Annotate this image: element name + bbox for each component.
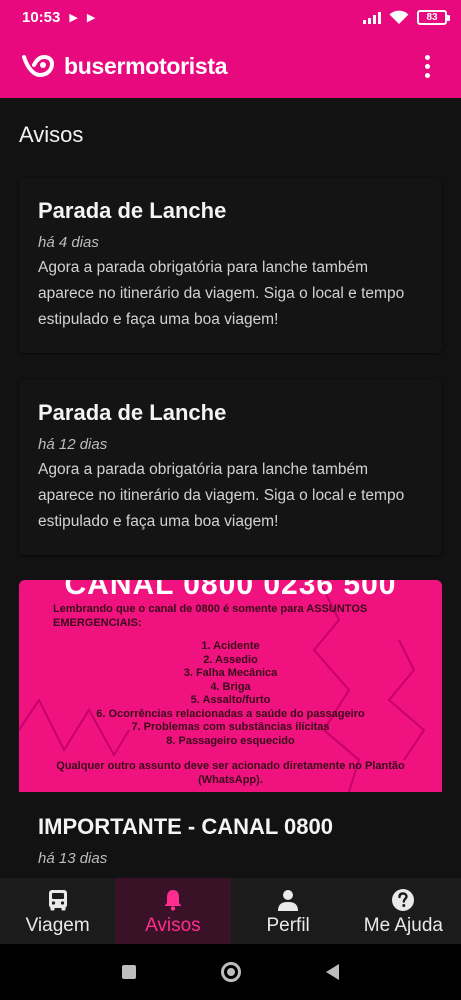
more-options-button[interactable] xyxy=(415,51,439,81)
list-item: 3. Falha Mecânica xyxy=(183,667,278,679)
home-button[interactable] xyxy=(221,962,241,982)
list-item: 5. Assalto/furto xyxy=(190,694,271,706)
person-icon xyxy=(278,890,299,911)
image-heading: CANAL 0800 0236 500 xyxy=(64,580,397,601)
notice-image: CANAL 0800 0236 500 Lembrando que o cana… xyxy=(19,580,442,792)
image-list: 1. Acidente 2. Assedio 3. Falha Mecânica… xyxy=(19,640,442,748)
media-play-icon: ▶ xyxy=(69,11,78,24)
notice-title: Parada de Lanche xyxy=(38,400,227,425)
status-time: 10:53 xyxy=(22,8,61,26)
help-icon xyxy=(392,889,415,911)
back-button[interactable] xyxy=(326,964,339,980)
page-title: Avisos xyxy=(19,122,84,147)
bus-icon xyxy=(48,890,67,911)
list-item: 4. Briga xyxy=(210,680,251,693)
media-play-icon-2: ▶ xyxy=(86,11,96,24)
list-item: 7. Problemas com substâncias ilícitas xyxy=(131,721,330,733)
notice-card[interactable]: Parada de Lanche há 12 dias Agora a para… xyxy=(19,380,442,555)
notice-title: Parada de Lanche xyxy=(38,198,227,223)
notice-date: há 13 dias xyxy=(38,850,108,867)
notice-date: há 4 dias xyxy=(38,234,99,251)
list-item: 2. Assedio xyxy=(203,653,258,666)
wifi-icon xyxy=(389,10,409,24)
nav-item-viagem[interactable]: Viagem xyxy=(0,878,115,944)
nav-item-perfil[interactable]: Perfil xyxy=(231,878,346,944)
list-item: 6. Ocorrências relacionadas a saúde do p… xyxy=(96,707,365,720)
status-bar: 10:53 ▶ ▶ 83 xyxy=(0,0,461,34)
notice-card[interactable]: IMPORTANTE - CANAL 0800 há 13 dias xyxy=(19,792,442,878)
notice-title: IMPORTANTE - CANAL 0800 xyxy=(38,814,334,839)
system-nav-bar xyxy=(0,944,461,1000)
nav-label: Viagem xyxy=(25,915,90,936)
image-footer: Qualquer outro assunto deve ser acionado… xyxy=(56,760,405,786)
app-bar: busermotorista xyxy=(0,34,461,98)
list-item: 8. Passageiro esquecido xyxy=(166,734,295,747)
recent-apps-button[interactable] xyxy=(122,965,136,979)
notice-body: Agora a parada obrigatória para lanche t… xyxy=(38,259,405,328)
notice-body: Agora a parada obrigatória para lanche t… xyxy=(38,461,405,530)
nav-label: Perfil xyxy=(266,915,310,936)
battery-level: 83 xyxy=(426,11,438,23)
bottom-navigation: Viagem Avisos Perfil Me Ajuda xyxy=(0,878,461,944)
nav-label: Avisos xyxy=(145,915,201,936)
nav-item-avisos[interactable]: Avisos xyxy=(115,878,231,944)
buser-logo-icon xyxy=(22,54,55,78)
buser-logo: busermotorista xyxy=(22,52,228,80)
image-intro: Lembrando que o canal de 0800 é somente … xyxy=(53,603,368,629)
list-item: 1. Acidente xyxy=(201,640,260,652)
notice-card[interactable]: Parada de Lanche há 4 dias Agora a parad… xyxy=(19,178,442,353)
bell-icon xyxy=(164,890,182,911)
notices-list[interactable]: Avisos Parada de Lanche há 4 dias Agora … xyxy=(0,98,461,878)
notice-date: há 12 dias xyxy=(38,436,108,453)
signal-icon xyxy=(363,11,381,24)
battery-icon: 83 xyxy=(417,9,450,25)
logo-text: busermotorista xyxy=(64,52,228,79)
nav-label: Me Ajuda xyxy=(363,915,443,936)
nav-item-me-ajuda[interactable]: Me Ajuda xyxy=(346,878,461,944)
